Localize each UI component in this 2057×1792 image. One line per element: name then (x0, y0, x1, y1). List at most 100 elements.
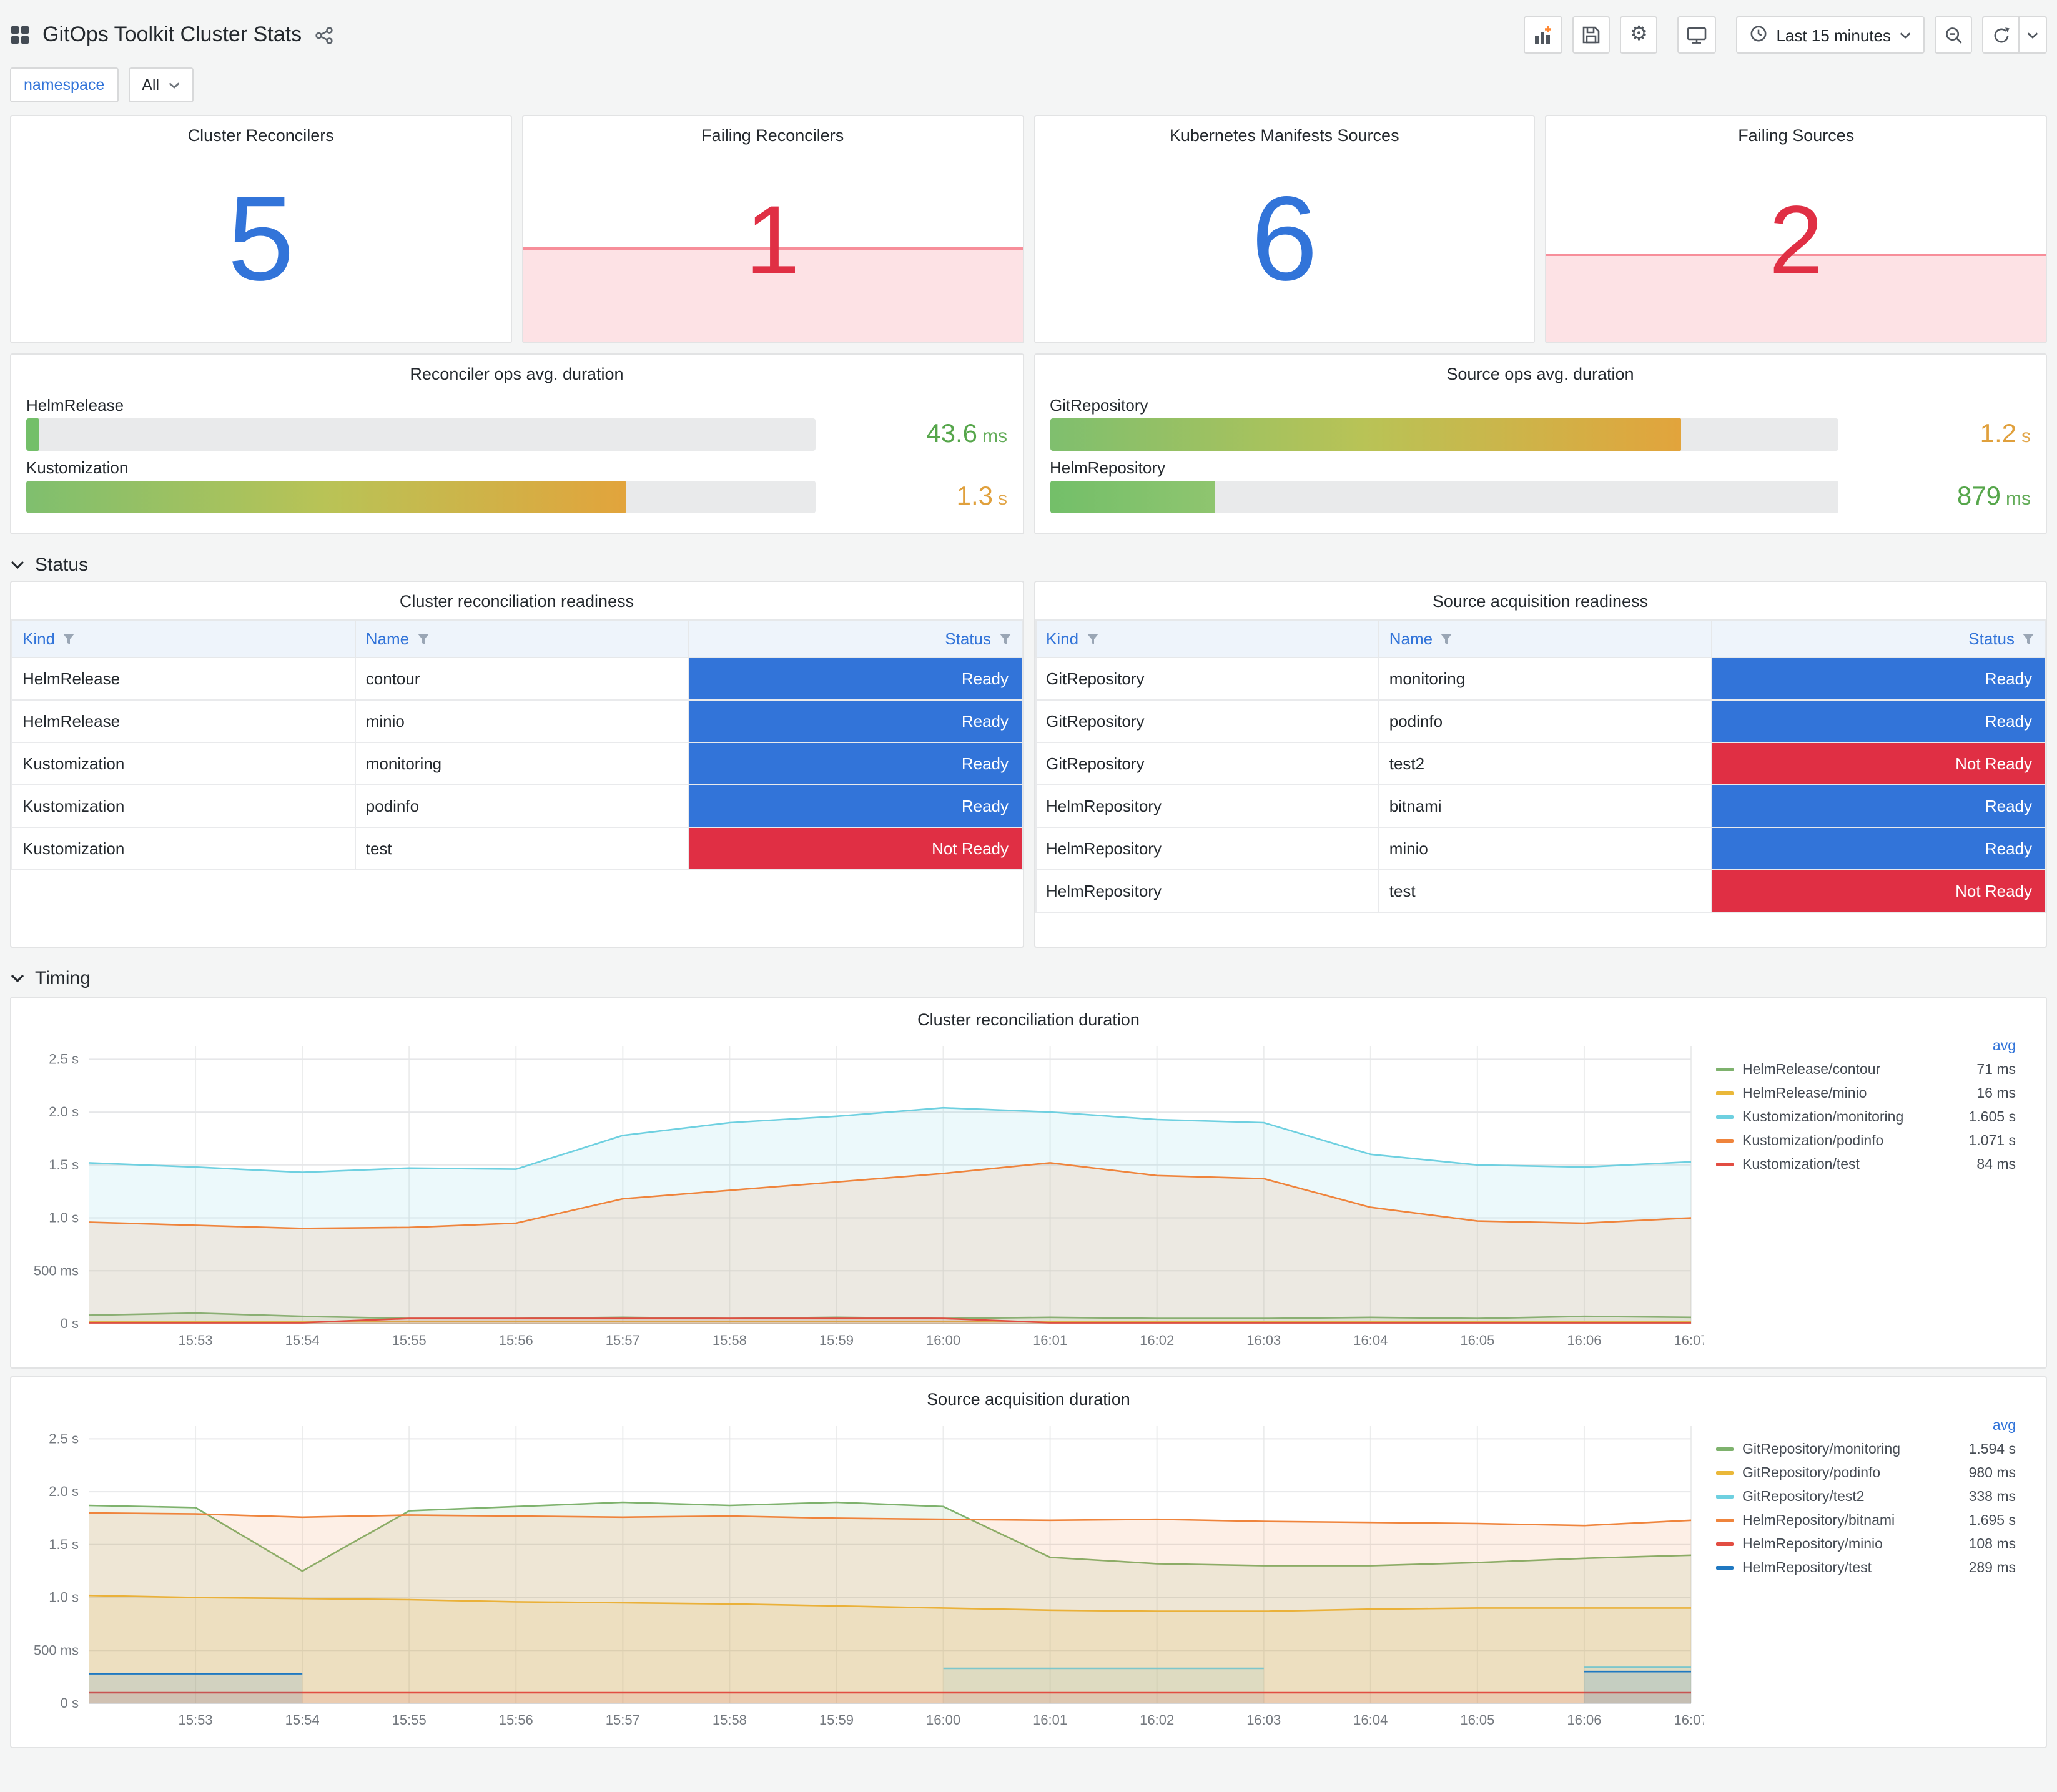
series-name[interactable]: HelmRepository/bitnami (1742, 1513, 1969, 1528)
svg-text:15:58: 15:58 (713, 1712, 747, 1728)
time-series-plot[interactable]: 15:53 15:54 15:55 15:56 15:57 15:58 15:59 16:00… (24, 1034, 1704, 1354)
gauge-fill (1050, 481, 1216, 513)
bar-gauge: Kustomization 1.3 s (26, 458, 1007, 513)
chevron-down-icon (2027, 32, 2038, 38)
series-name[interactable]: Kustomization/monitoring (1742, 1110, 1969, 1125)
stat-value: 6 (1251, 172, 1318, 306)
time-series-plot[interactable]: 15:53 15:54 15:55 15:56 15:57 15:58 15:59 16:00… (24, 1414, 1704, 1733)
series-name[interactable]: HelmRepository/test (1742, 1560, 1969, 1575)
add-panel-button[interactable] (1524, 16, 1563, 54)
series-name[interactable]: HelmRepository/minio (1742, 1537, 1969, 1552)
chart-panel-source-acquisition-duration: Source acquisition duration 15:53 15:54 15… (10, 1376, 2047, 1748)
legend-item[interactable]: HelmRelease/minio 16 ms (1716, 1081, 2016, 1105)
zoom-out-button[interactable] (1935, 16, 1972, 54)
svg-text:1.0 s: 1.0 s (49, 1590, 79, 1605)
filter-icon[interactable] (2022, 633, 2035, 646)
refresh-interval-dropdown[interactable] (2020, 16, 2047, 54)
section-label: Timing (35, 968, 91, 989)
cell-name: contour (354, 657, 689, 701)
svg-text:15:57: 15:57 (606, 1332, 640, 1348)
series-color-marker (1716, 1447, 1734, 1451)
panel-title[interactable]: Source acquisition duration (24, 1380, 2033, 1414)
svg-text:16:01: 16:01 (1033, 1332, 1067, 1348)
series-color-marker (1716, 1471, 1734, 1475)
series-name[interactable]: HelmRelease/minio (1742, 1086, 1976, 1101)
series-color-marker (1716, 1542, 1734, 1546)
column-label: Kind (22, 629, 56, 648)
svg-text:2.0 s: 2.0 s (49, 1104, 79, 1120)
series-avg-value: 980 ms (1968, 1465, 2016, 1480)
legend-item[interactable]: HelmRepository/test 289 ms (1716, 1556, 2016, 1580)
filter-icon[interactable] (1086, 633, 1098, 646)
series-name[interactable]: Kustomization/test (1742, 1157, 1976, 1172)
legend-item[interactable]: HelmRepository/bitnami 1.695 s (1716, 1509, 2016, 1532)
column-header-status[interactable]: Status (1711, 619, 2046, 658)
svg-text:15:56: 15:56 (499, 1332, 533, 1348)
legend-item[interactable]: HelmRepository/minio 108 ms (1716, 1532, 2016, 1556)
filter-icon[interactable] (999, 633, 1011, 646)
status-tables-row: Cluster reconciliation readiness Kind Nam… (10, 581, 2047, 948)
apps-grid-icon[interactable] (10, 25, 30, 45)
gauge-value: 879 ms (1956, 482, 2031, 511)
filter-icon[interactable] (417, 633, 429, 646)
status-badge: Ready (689, 659, 1021, 699)
table-row: GitRepository test2 Not Ready (1035, 742, 2046, 785)
column-header-kind[interactable]: Kind (11, 619, 356, 658)
gauge-panel-source-ops: Source ops avg. duration GitRepository 1… (1033, 353, 2047, 534)
legend-item[interactable]: GitRepository/monitoring 1.594 s (1716, 1437, 2016, 1461)
cell-kind: Kustomization (11, 827, 356, 870)
series-name[interactable]: GitRepository/test2 (1742, 1489, 1969, 1504)
legend-item[interactable]: Kustomization/test 84 ms (1716, 1153, 2016, 1176)
tv-mode-button[interactable] (1677, 16, 1717, 54)
dashboard: GitOps Toolkit Cluster Stats ⚙ Last 15 m… (0, 0, 2057, 1792)
svg-text:15:55: 15:55 (392, 1712, 427, 1728)
section-row-status[interactable]: Status (10, 554, 2047, 576)
table-row: HelmRelease contour Ready (11, 657, 1022, 701)
dashboard-settings-button[interactable]: ⚙ (1620, 16, 1658, 54)
svg-text:0 s: 0 s (61, 1316, 79, 1331)
cell-name: test2 (1378, 742, 1713, 785)
panel-title[interactable]: Reconciler ops avg. duration (26, 355, 1007, 388)
series-color-marker (1716, 1519, 1734, 1522)
panel-title[interactable]: Source acquisition readiness (1035, 582, 2046, 616)
status-badge: Ready (1713, 701, 2045, 741)
status-badge: Not Ready (689, 829, 1021, 869)
gauge-value: 1.3 s (956, 482, 1007, 511)
panel-title[interactable]: Cluster reconciliation readiness (11, 582, 1022, 616)
panel-title[interactable]: Cluster reconciliation duration (24, 1000, 2033, 1034)
cell-name: podinfo (354, 784, 689, 828)
svg-text:16:03: 16:03 (1246, 1712, 1281, 1728)
column-header-kind[interactable]: Kind (1035, 619, 1379, 658)
series-color-marker (1716, 1566, 1734, 1570)
svg-text:16:00: 16:00 (926, 1332, 960, 1348)
svg-text:15:59: 15:59 (819, 1332, 854, 1348)
bar-gauge: HelmRepository 879 ms (1050, 458, 2031, 513)
legend-item[interactable]: GitRepository/podinfo 980 ms (1716, 1461, 2016, 1485)
legend-item[interactable]: GitRepository/test2 338 ms (1716, 1485, 2016, 1509)
share-icon[interactable] (314, 26, 333, 44)
table-panel-source-readiness: Source acquisition readiness Kind Name Sta… (1033, 581, 2047, 948)
time-range-picker[interactable]: Last 15 minutes (1736, 16, 1925, 54)
series-name[interactable]: GitRepository/podinfo (1742, 1465, 1969, 1480)
cell-name: monitoring (1378, 657, 1713, 701)
column-header-name[interactable]: Name (1378, 619, 1713, 658)
legend-item[interactable]: Kustomization/podinfo 1.071 s (1716, 1129, 2016, 1153)
panel-title[interactable]: Source ops avg. duration (1050, 355, 2031, 388)
save-dashboard-button[interactable] (1572, 16, 1611, 54)
legend-item[interactable]: Kustomization/monitoring 1.605 s (1716, 1105, 2016, 1129)
table-header-row: Kind Name Status (11, 619, 1022, 658)
series-avg-value: 1.594 s (1968, 1442, 2016, 1457)
table-row: Kustomization monitoring Ready (11, 742, 1022, 785)
refresh-button[interactable] (1982, 16, 2020, 54)
column-header-name[interactable]: Name (354, 619, 689, 658)
section-row-timing[interactable]: Timing (10, 968, 2047, 989)
series-name[interactable]: GitRepository/monitoring (1742, 1442, 1969, 1457)
column-header-status[interactable]: Status (688, 619, 1022, 658)
variable-value-namespace[interactable]: All (128, 67, 194, 102)
series-name[interactable]: Kustomization/podinfo (1742, 1133, 1969, 1148)
legend-item[interactable]: HelmRelease/contour 71 ms (1716, 1058, 2016, 1081)
section-label: Status (35, 554, 89, 576)
series-name[interactable]: HelmRelease/contour (1742, 1062, 1976, 1077)
filter-icon[interactable] (1440, 633, 1453, 646)
filter-icon[interactable] (62, 633, 75, 646)
